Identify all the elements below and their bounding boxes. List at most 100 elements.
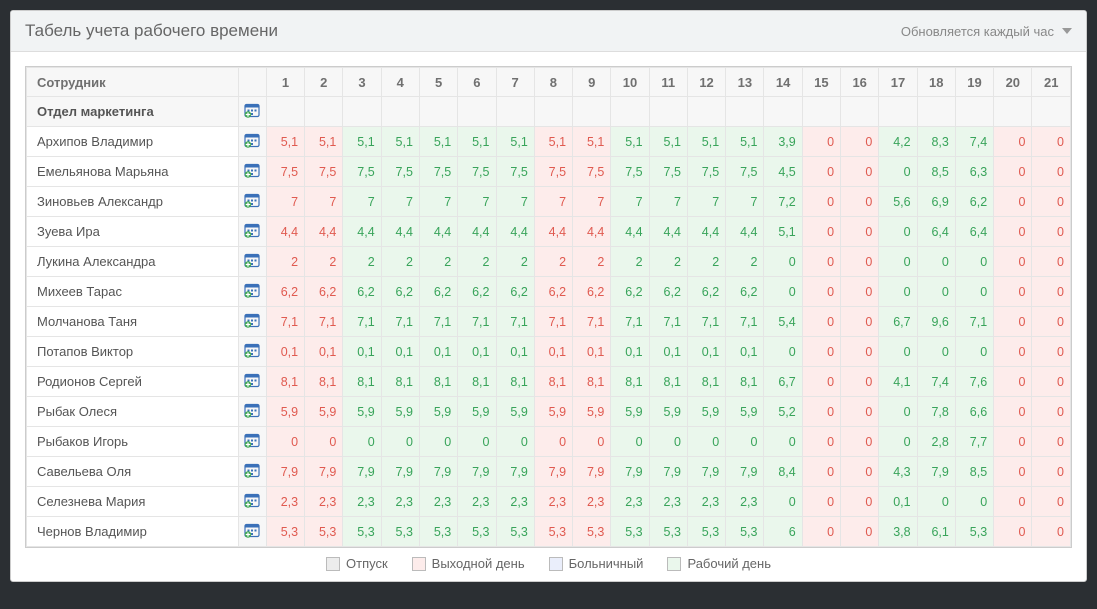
day-cell[interactable]: 8,1 bbox=[419, 367, 457, 397]
employee-name[interactable]: Савельева Оля bbox=[27, 457, 239, 487]
col-day[interactable]: 1 bbox=[266, 68, 304, 97]
day-cell[interactable]: 4,4 bbox=[419, 217, 457, 247]
day-cell[interactable]: 7,9 bbox=[458, 457, 496, 487]
day-cell[interactable]: 0 bbox=[419, 427, 457, 457]
day-cell[interactable]: 0 bbox=[764, 487, 802, 517]
day-cell[interactable]: 7,9 bbox=[611, 457, 649, 487]
day-cell[interactable]: 6,2 bbox=[573, 277, 611, 307]
col-day[interactable]: 14 bbox=[764, 68, 802, 97]
employee-name[interactable]: Зуева Ира bbox=[27, 217, 239, 247]
day-cell[interactable]: 5,3 bbox=[381, 517, 419, 547]
day-cell[interactable]: 5,3 bbox=[419, 517, 457, 547]
day-cell[interactable]: 7,1 bbox=[687, 307, 725, 337]
day-cell[interactable]: 2,3 bbox=[381, 487, 419, 517]
day-cell[interactable]: 2 bbox=[343, 247, 381, 277]
day-cell[interactable]: 0 bbox=[994, 397, 1032, 427]
day-cell[interactable]: 4,2 bbox=[879, 127, 917, 157]
day-cell[interactable]: 7,5 bbox=[649, 157, 687, 187]
day-cell[interactable]: 2,3 bbox=[687, 487, 725, 517]
day-cell[interactable]: 7,5 bbox=[305, 157, 343, 187]
day-cell[interactable]: 0 bbox=[879, 397, 917, 427]
day-cell[interactable]: 0 bbox=[955, 487, 993, 517]
day-cell[interactable]: 7 bbox=[419, 187, 457, 217]
employee-calendar-cell[interactable] bbox=[238, 487, 266, 517]
day-cell[interactable]: 7,5 bbox=[496, 157, 534, 187]
day-cell[interactable]: 2,3 bbox=[496, 487, 534, 517]
day-cell[interactable]: 5,9 bbox=[496, 397, 534, 427]
employee-calendar-cell[interactable] bbox=[238, 127, 266, 157]
day-cell[interactable]: 0 bbox=[1032, 247, 1071, 277]
day-cell[interactable]: 5,9 bbox=[611, 397, 649, 427]
day-cell[interactable]: 0 bbox=[994, 217, 1032, 247]
employee-calendar-cell[interactable] bbox=[238, 247, 266, 277]
day-cell[interactable]: 6,2 bbox=[381, 277, 419, 307]
day-cell[interactable]: 5,9 bbox=[343, 397, 381, 427]
day-cell[interactable]: 2,8 bbox=[917, 427, 955, 457]
day-cell[interactable]: 5,1 bbox=[305, 127, 343, 157]
day-cell[interactable]: 8,3 bbox=[917, 127, 955, 157]
day-cell[interactable]: 7,1 bbox=[419, 307, 457, 337]
day-cell[interactable]: 0 bbox=[534, 427, 572, 457]
day-cell[interactable]: 4,4 bbox=[726, 217, 764, 247]
day-cell[interactable]: 0,1 bbox=[534, 337, 572, 367]
day-cell[interactable]: 0,1 bbox=[726, 337, 764, 367]
employee-calendar-cell[interactable] bbox=[238, 457, 266, 487]
day-cell[interactable]: 0,1 bbox=[687, 337, 725, 367]
day-cell[interactable]: 0 bbox=[764, 247, 802, 277]
day-cell[interactable]: 4,3 bbox=[879, 457, 917, 487]
day-cell[interactable]: 2 bbox=[458, 247, 496, 277]
day-cell[interactable]: 0 bbox=[802, 187, 840, 217]
day-cell[interactable]: 7,1 bbox=[726, 307, 764, 337]
day-cell[interactable]: 0 bbox=[1032, 457, 1071, 487]
day-cell[interactable]: 2 bbox=[534, 247, 572, 277]
day-cell[interactable]: 0 bbox=[343, 427, 381, 457]
day-cell[interactable]: 8,4 bbox=[764, 457, 802, 487]
day-cell[interactable]: 8,1 bbox=[649, 367, 687, 397]
col-day[interactable]: 5 bbox=[419, 68, 457, 97]
day-cell[interactable]: 0 bbox=[879, 157, 917, 187]
day-cell[interactable]: 7,9 bbox=[534, 457, 572, 487]
day-cell[interactable]: 7 bbox=[573, 187, 611, 217]
day-cell[interactable]: 5,1 bbox=[419, 127, 457, 157]
day-cell[interactable]: 7,4 bbox=[955, 127, 993, 157]
day-cell[interactable]: 6,2 bbox=[266, 277, 304, 307]
day-cell[interactable]: 0 bbox=[1032, 187, 1071, 217]
day-cell[interactable]: 4,4 bbox=[496, 217, 534, 247]
day-cell[interactable]: 5,9 bbox=[726, 397, 764, 427]
day-cell[interactable]: 0 bbox=[1032, 157, 1071, 187]
employee-name[interactable]: Родионов Сергей bbox=[27, 367, 239, 397]
employee-name[interactable]: Рыбак Олеся bbox=[27, 397, 239, 427]
day-cell[interactable]: 0 bbox=[802, 307, 840, 337]
day-cell[interactable]: 5,3 bbox=[343, 517, 381, 547]
day-cell[interactable]: 7,9 bbox=[649, 457, 687, 487]
day-cell[interactable]: 8,1 bbox=[726, 367, 764, 397]
day-cell[interactable]: 9,6 bbox=[917, 307, 955, 337]
day-cell[interactable]: 7,1 bbox=[534, 307, 572, 337]
day-cell[interactable]: 5,1 bbox=[687, 127, 725, 157]
chevron-down-icon[interactable] bbox=[1062, 28, 1072, 34]
day-cell[interactable]: 4,4 bbox=[534, 217, 572, 247]
employee-calendar-cell[interactable] bbox=[238, 517, 266, 547]
day-cell[interactable]: 0 bbox=[994, 157, 1032, 187]
day-cell[interactable]: 7,9 bbox=[381, 457, 419, 487]
day-cell[interactable]: 7,7 bbox=[955, 427, 993, 457]
day-cell[interactable]: 6,2 bbox=[305, 277, 343, 307]
day-cell[interactable]: 4,4 bbox=[266, 217, 304, 247]
day-cell[interactable]: 5,3 bbox=[305, 517, 343, 547]
day-cell[interactable]: 0 bbox=[764, 337, 802, 367]
day-cell[interactable]: 5,1 bbox=[266, 127, 304, 157]
col-day[interactable]: 20 bbox=[994, 68, 1032, 97]
col-day[interactable]: 3 bbox=[343, 68, 381, 97]
day-cell[interactable]: 5,3 bbox=[611, 517, 649, 547]
day-cell[interactable]: 0 bbox=[994, 367, 1032, 397]
day-cell[interactable]: 0 bbox=[1032, 307, 1071, 337]
day-cell[interactable]: 5,6 bbox=[879, 187, 917, 217]
day-cell[interactable]: 5,9 bbox=[573, 397, 611, 427]
day-cell[interactable]: 5,9 bbox=[687, 397, 725, 427]
day-cell[interactable]: 0 bbox=[994, 307, 1032, 337]
day-cell[interactable]: 0 bbox=[1032, 127, 1071, 157]
col-day[interactable]: 7 bbox=[496, 68, 534, 97]
employee-calendar-cell[interactable] bbox=[238, 187, 266, 217]
day-cell[interactable]: 7,5 bbox=[687, 157, 725, 187]
day-cell[interactable]: 5,9 bbox=[266, 397, 304, 427]
